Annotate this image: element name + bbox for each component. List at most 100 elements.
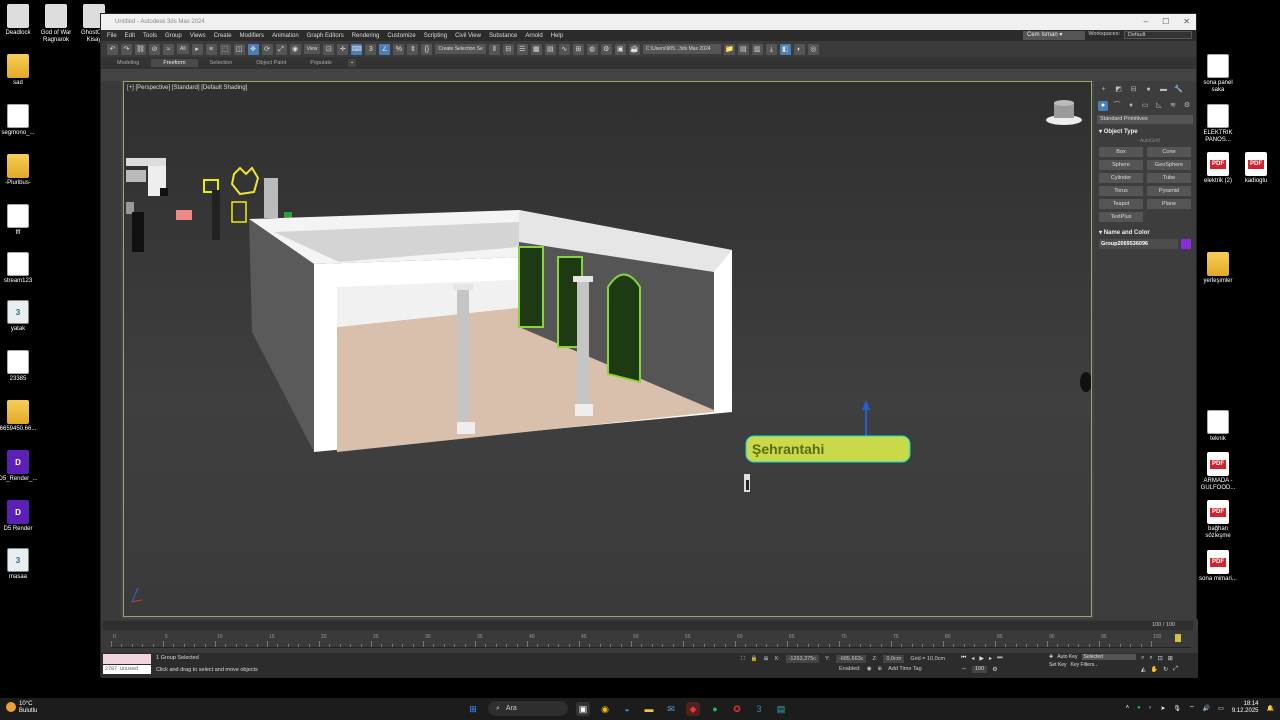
tray-app-icon[interactable]: ● bbox=[1137, 705, 1141, 711]
spacewarps-icon[interactable]: ≋ bbox=[1168, 101, 1178, 111]
desktop-icon-left-13[interactable]: 3 masaa bbox=[0, 548, 38, 581]
game-launcher-icon[interactable]: ✪ bbox=[730, 702, 744, 716]
mirror-icon[interactable]: ⫴ bbox=[488, 43, 500, 55]
tray-app2-icon[interactable]: ◐ bbox=[1149, 705, 1153, 711]
primitive-teapot-button[interactable]: Teapot bbox=[1099, 199, 1143, 209]
ribbon-tab-object-paint[interactable]: Object Paint bbox=[244, 59, 298, 67]
primitive-cone-button[interactable]: Cone bbox=[1147, 147, 1191, 157]
current-frame-field[interactable]: 100 bbox=[972, 666, 988, 673]
layer-explorer-icon[interactable]: ☰ bbox=[516, 43, 528, 55]
desktop-icon-left-10[interactable]: 6659450.66... bbox=[0, 400, 38, 433]
maxscript-listener[interactable] bbox=[103, 654, 151, 664]
absolute-mode-icon[interactable]: ⊞ bbox=[764, 656, 769, 662]
arnold-settings-icon[interactable]: ◎ bbox=[807, 43, 819, 55]
menu-customize[interactable]: Customize bbox=[387, 33, 423, 39]
object-color-swatch[interactable] bbox=[1181, 239, 1191, 249]
name-color-title[interactable]: ▾ Name and Color bbox=[1097, 228, 1193, 237]
clock[interactable]: 18:14 9.12.2025 bbox=[1232, 701, 1259, 715]
menu-help[interactable]: Help bbox=[551, 33, 571, 39]
desktop-icon-left-0[interactable]: Deadlock bbox=[0, 4, 38, 37]
primitive-geosphere-button[interactable]: GeoSphere bbox=[1147, 160, 1191, 170]
play-icon[interactable]: ▶ bbox=[979, 655, 984, 662]
desktop-icon-right-1[interactable]: ELEKTRIK PANOS... bbox=[1198, 104, 1238, 144]
import-icon[interactable]: ⤓ bbox=[765, 43, 777, 55]
tray-app3-icon[interactable]: ➤ bbox=[1160, 705, 1165, 712]
spinner-snap-icon[interactable]: ⇕ bbox=[407, 43, 419, 55]
object-name-field[interactable]: Group2069536096 bbox=[1099, 239, 1178, 249]
recording-app-icon[interactable]: ◆ bbox=[686, 701, 700, 716]
desktop-icon-right-6[interactable]: PDF ARMADA - GULFOOD... bbox=[1198, 452, 1238, 492]
viewcube[interactable] bbox=[1046, 100, 1082, 125]
ribbon-toggle-icon[interactable]: ▤ bbox=[544, 43, 556, 55]
scene-explorer-icon[interactable]: ▦ bbox=[530, 43, 542, 55]
prev-frame-icon[interactable]: ◂ bbox=[971, 655, 974, 662]
display-tab-icon[interactable]: ▬ bbox=[1158, 85, 1169, 95]
selection-filter-select[interactable]: All bbox=[177, 44, 189, 54]
keyboard-shortcut-icon[interactable]: ⌨ bbox=[351, 43, 363, 55]
desktop-icon-right-8[interactable]: PDF sona mimari... bbox=[1198, 550, 1238, 583]
auto-key-button[interactable]: Auto Key bbox=[1057, 654, 1077, 660]
notification-icon[interactable]: 🔔 bbox=[1267, 705, 1274, 712]
menu-civil-view[interactable]: Civil View bbox=[455, 33, 489, 39]
motion-tab-icon[interactable]: ● bbox=[1143, 85, 1154, 95]
notepad-icon[interactable]: ▤ bbox=[774, 702, 788, 716]
save-icon[interactable]: ▥ bbox=[751, 43, 763, 55]
key-filters-button[interactable]: Key Filters... bbox=[1071, 662, 1099, 668]
primitive-box-button[interactable]: Box bbox=[1099, 147, 1143, 157]
ribbon-tab-populate[interactable]: Populate bbox=[298, 59, 344, 67]
key-selection-select[interactable]: Selected bbox=[1081, 654, 1136, 660]
desktop-icon-right-5[interactable]: teknik bbox=[1198, 410, 1238, 443]
project-folder-icon[interactable]: 📁 bbox=[723, 43, 735, 55]
desktop-icon-left-12[interactable]: D D5 Render bbox=[0, 500, 38, 533]
zoom-all-icon[interactable]: ⌕ bbox=[1149, 655, 1152, 662]
menu-file[interactable]: File bbox=[107, 33, 125, 39]
utilities-tab-icon[interactable]: 🔧 bbox=[1173, 85, 1184, 95]
x-coord-field[interactable]: -1263,375c bbox=[785, 655, 820, 663]
menu-animation[interactable]: Animation bbox=[272, 33, 307, 39]
select-move-icon[interactable]: ✥ bbox=[247, 43, 259, 55]
zoom-extents-icon[interactable]: ⊡ bbox=[1158, 655, 1163, 662]
perspective-viewport[interactable]: [+] [Perspective] [Standard] [Default Sh… bbox=[123, 81, 1092, 617]
goto-start-icon[interactable]: ⏮ bbox=[961, 655, 966, 662]
battery-icon[interactable]: ▭ bbox=[1218, 705, 1224, 712]
schematic-view-icon[interactable]: ⊞ bbox=[572, 43, 584, 55]
snaps-toggle-icon[interactable]: 3 bbox=[365, 43, 377, 55]
weather-widget[interactable]: 10°C Bulutlu bbox=[6, 701, 37, 715]
set-key-icon[interactable]: ✚ bbox=[1049, 654, 1053, 660]
next-frame-icon[interactable]: ▸ bbox=[989, 655, 992, 662]
place-icon[interactable]: ◉ bbox=[289, 43, 301, 55]
primitive-cylinder-button[interactable]: Cylinder bbox=[1099, 173, 1143, 183]
desktop-icon-right-3[interactable]: PDF kadioglu bbox=[1236, 152, 1276, 185]
menu-views[interactable]: Views bbox=[190, 33, 214, 39]
create-tab-icon[interactable]: + bbox=[1098, 85, 1109, 95]
menu-scripting[interactable]: Scripting bbox=[424, 33, 455, 39]
zoom-extents-all-icon[interactable]: ⊞ bbox=[1168, 655, 1173, 662]
desktop-icon-right-2[interactable]: PDF elektrik (2) bbox=[1198, 152, 1238, 185]
desktop-icon-left-1[interactable]: God of War Ragnarok bbox=[36, 4, 76, 44]
spotify-icon[interactable]: ● bbox=[708, 702, 722, 716]
menu-rendering[interactable]: Rendering bbox=[352, 33, 388, 39]
render-icon[interactable]: ☕ bbox=[628, 43, 640, 55]
pan-icon[interactable]: ✋ bbox=[1151, 666, 1158, 673]
select-object-icon[interactable]: ▸ bbox=[191, 43, 203, 55]
y-coord-field[interactable]: -685,663c bbox=[835, 655, 867, 663]
autogrid-checkbox[interactable]: ▫ AutoGrid bbox=[1097, 138, 1193, 144]
arnold-render-icon[interactable]: ◐ bbox=[793, 43, 805, 55]
zoom-icon[interactable]: ⌕ bbox=[1141, 655, 1144, 662]
desktop-icon-left-4[interactable]: segmono_... bbox=[0, 104, 38, 137]
start-icon[interactable]: ⊞ bbox=[466, 702, 480, 716]
primitive-torus-button[interactable]: Torus bbox=[1099, 186, 1143, 196]
track-bar[interactable]: 0 5 10 15 20 25 30 35 40 45 50 55 60 65 70 75 80 85 90 95 10… bbox=[111, 634, 1191, 648]
desktop-icon-left-5[interactable]: -Pluribus- bbox=[0, 154, 38, 187]
select-by-name-icon[interactable]: ≡ bbox=[205, 43, 217, 55]
goto-end-icon[interactable]: ⏭ bbox=[997, 655, 1002, 662]
desktop-icon-left-9[interactable]: 23385 bbox=[0, 350, 38, 383]
user-account-button[interactable]: Cem Isman ▾ bbox=[1023, 31, 1085, 40]
edit-named-selection-icon[interactable]: {} bbox=[421, 43, 433, 55]
primitive-textplus-button[interactable]: TextPlus bbox=[1099, 212, 1143, 222]
file-explorer-icon[interactable]: ▬ bbox=[642, 702, 656, 716]
shapes-icon[interactable]: ⌒ bbox=[1112, 101, 1122, 111]
task-view-icon[interactable]: ▣ bbox=[576, 701, 590, 716]
menu-group[interactable]: Group bbox=[165, 33, 190, 39]
3dsmax-taskbar-icon[interactable]: 3 bbox=[752, 702, 766, 716]
